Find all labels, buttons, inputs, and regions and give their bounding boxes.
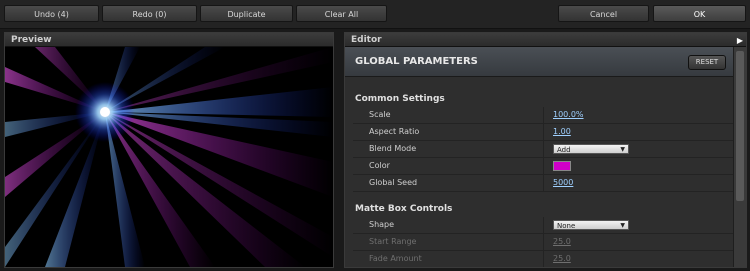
start-range-value: 25.0 bbox=[553, 237, 571, 246]
color-row: Color bbox=[353, 158, 733, 175]
preview-title: Preview bbox=[5, 33, 333, 47]
global-seed-label: Global Seed bbox=[369, 178, 418, 187]
color-swatch[interactable] bbox=[553, 161, 571, 171]
redo-button[interactable]: Redo (0) bbox=[102, 5, 197, 22]
blend-mode-row: Blend Mode Add ▼ bbox=[353, 141, 733, 158]
scale-row: Scale 100.0% bbox=[353, 107, 733, 124]
chevron-down-icon: ▼ bbox=[620, 146, 625, 153]
toolbar: Undo (4) Redo (0) Duplicate Clear All Ca… bbox=[0, 0, 750, 29]
blend-mode-label: Blend Mode bbox=[369, 144, 417, 153]
global-seed-value[interactable]: 5000 bbox=[553, 178, 573, 187]
preview-canvas[interactable] bbox=[5, 47, 333, 267]
undo-button[interactable]: Undo (4) bbox=[4, 5, 99, 22]
cancel-button[interactable]: Cancel bbox=[558, 5, 649, 22]
shape-dropdown[interactable]: None ▼ bbox=[553, 220, 629, 230]
chevron-down-icon: ▼ bbox=[620, 222, 625, 229]
matte-box-controls-heading: Matte Box Controls bbox=[355, 204, 453, 214]
global-parameters-title: GLOBAL PARAMETERS bbox=[355, 56, 478, 67]
shape-label: Shape bbox=[369, 220, 395, 229]
reset-button[interactable]: RESET bbox=[688, 55, 726, 70]
aspect-ratio-row: Aspect Ratio 1.00 bbox=[353, 124, 733, 141]
blend-mode-value: Add bbox=[557, 146, 571, 154]
fade-amount-row: Fade Amount 25.0 bbox=[353, 251, 733, 267]
blend-mode-dropdown[interactable]: Add ▼ bbox=[553, 144, 629, 154]
ok-button[interactable]: OK bbox=[653, 5, 746, 22]
aspect-ratio-label: Aspect Ratio bbox=[369, 127, 420, 136]
shape-value: None bbox=[557, 222, 576, 230]
global-seed-row: Global Seed 5000 bbox=[353, 175, 733, 192]
editor-panel: Editor ▶ GLOBAL PARAMETERS RESET Common … bbox=[344, 32, 747, 268]
aspect-ratio-value[interactable]: 1.00 bbox=[553, 127, 571, 136]
start-range-row: Start Range 25.0 bbox=[353, 234, 733, 251]
preview-panel: Preview bbox=[4, 32, 334, 268]
fade-amount-label: Fade Amount bbox=[369, 254, 422, 263]
editor-title: Editor ▶ bbox=[345, 33, 746, 47]
fade-amount-value: 25.0 bbox=[553, 254, 571, 263]
scale-value[interactable]: 100.0% bbox=[553, 110, 584, 119]
color-label: Color bbox=[369, 161, 390, 170]
duplicate-button[interactable]: Duplicate bbox=[200, 5, 293, 22]
triangle-right-icon[interactable]: ▶ bbox=[737, 34, 743, 48]
global-parameters-header: GLOBAL PARAMETERS RESET bbox=[345, 47, 734, 77]
shape-row: Shape None ▼ bbox=[353, 217, 733, 234]
editor-title-text: Editor bbox=[351, 35, 382, 45]
start-range-label: Start Range bbox=[369, 237, 417, 246]
scroll-thumb[interactable] bbox=[736, 51, 744, 201]
scale-label: Scale bbox=[369, 110, 391, 119]
editor-scrollbar[interactable] bbox=[733, 47, 746, 267]
common-settings-heading: Common Settings bbox=[355, 94, 445, 104]
clear-all-button[interactable]: Clear All bbox=[296, 5, 387, 22]
